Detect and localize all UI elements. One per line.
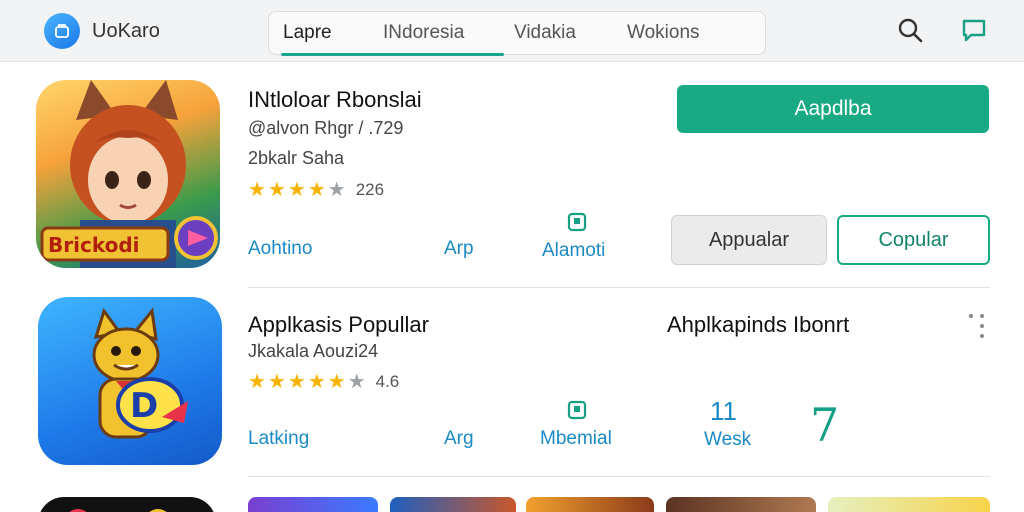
app-title[interactable]: INtloloar Rbonslai — [248, 87, 422, 113]
tab-vidakia[interactable]: Vidakia — [514, 22, 576, 44]
rating-value: 4.6 — [375, 372, 400, 391]
section-title[interactable]: Ahplkapinds Ibonrt — [667, 312, 849, 338]
meta-link[interactable]: Mbemial — [540, 428, 612, 450]
meta-link[interactable]: Alamoti — [542, 240, 605, 262]
rating-value: 226 — [355, 180, 385, 199]
store-logo-icon — [44, 13, 80, 49]
star-icon: ★ — [327, 371, 346, 393]
app-category: 2bkalr Saha — [248, 148, 345, 168]
star-icon: ★ — [307, 371, 326, 393]
device-icon — [566, 211, 588, 233]
app-icon-cartoon-cat[interactable]: D — [38, 297, 222, 465]
app-rating: ★ ★ ★ ★ ★ ★ 4.6 — [248, 372, 399, 392]
svg-text:D: D — [130, 386, 158, 426]
star-icon: ★ — [327, 179, 346, 201]
star-icon: ★ — [347, 371, 366, 393]
tab-indoresia[interactable]: INdoresia — [383, 22, 464, 44]
stat-label: Wesk — [704, 429, 752, 450]
meta-link[interactable]: Arp — [444, 238, 474, 260]
device-icon — [566, 399, 588, 421]
install-button[interactable]: Aapdlba — [677, 85, 989, 133]
app-icon-next[interactable] — [38, 497, 216, 512]
tab-wokions[interactable]: Wokions — [627, 22, 700, 44]
secondary-button[interactable]: Appualar — [671, 215, 827, 265]
outline-button[interactable]: Copular — [837, 215, 990, 265]
row-divider — [248, 287, 990, 288]
screenshot-thumbnail[interactable] — [828, 497, 990, 512]
star-icon: ★ — [248, 371, 266, 393]
screenshot-thumbnail[interactable] — [666, 497, 816, 512]
app-developer: @alvon Rhgr / .729 — [248, 118, 404, 138]
star-icon: ★ — [287, 371, 306, 393]
search-icon[interactable] — [894, 14, 926, 46]
screenshot-thumbnail[interactable] — [526, 497, 654, 512]
star-icon: ★ — [287, 179, 306, 201]
stat-number: 11 — [710, 396, 737, 426]
screenshot-thumbnail[interactable] — [248, 497, 378, 512]
star-icon: ★ — [307, 179, 326, 201]
meta-link[interactable]: Arg — [444, 428, 474, 450]
meta-link[interactable]: Aohtino — [248, 238, 312, 260]
stat-glyph: 7 — [810, 398, 840, 452]
app-developer: Jkakala Aouzi24 — [248, 341, 379, 361]
chat-icon[interactable] — [958, 14, 990, 46]
app-icon-game-character[interactable]: Brickodi — [36, 80, 220, 268]
top-bar: UoKaro Lapre INdoresia Vidakia Wokions — [0, 0, 1024, 62]
app-title[interactable]: Applkasis Popullar — [248, 312, 429, 338]
star-icon: ★ — [267, 371, 286, 393]
tab-lapre[interactable]: Lapre — [283, 22, 332, 44]
screenshot-thumbnail[interactable] — [390, 497, 516, 512]
row-divider — [248, 476, 990, 477]
star-icon: ★ — [267, 179, 286, 201]
tab-bar: Lapre INdoresia Vidakia Wokions — [268, 11, 766, 56]
active-tab-indicator — [281, 53, 504, 56]
meta-link[interactable]: Latking — [248, 428, 309, 450]
brand-name: UoKaro — [92, 19, 160, 42]
app-rating: ★ ★ ★ ★ ★ 226 — [248, 180, 384, 200]
star-icon: ★ — [248, 179, 266, 201]
brand[interactable]: UoKaro — [44, 13, 160, 49]
app-icon-badge-text: Brickodi — [48, 233, 140, 257]
more-options-icon[interactable] — [968, 312, 988, 342]
